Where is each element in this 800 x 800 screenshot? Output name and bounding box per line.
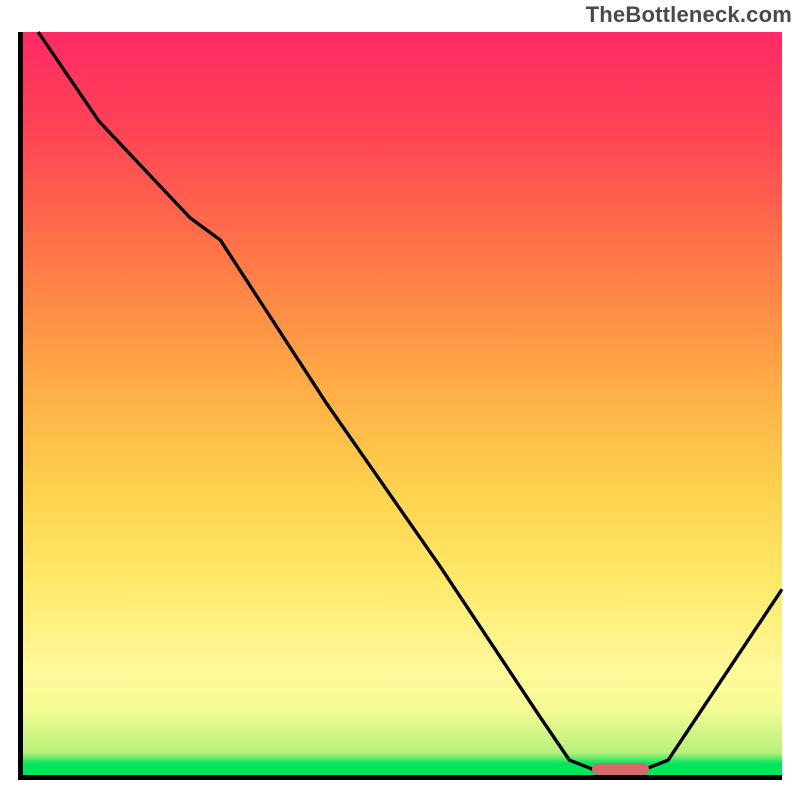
chart-plot-area — [18, 32, 782, 780]
optimal-range-marker — [592, 763, 649, 775]
bottleneck-curve — [38, 32, 782, 769]
chart-line-layer — [23, 32, 782, 775]
watermark-text: TheBottleneck.com — [586, 2, 792, 28]
